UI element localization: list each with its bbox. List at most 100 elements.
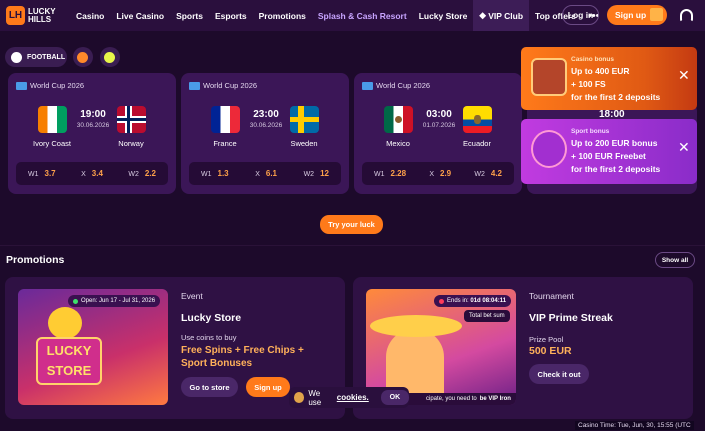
match-card[interactable]: World Cup 2026 23:00 30.06.2026 France S… <box>181 73 349 194</box>
check-it-out-button[interactable]: Check it out <box>529 364 589 384</box>
odd-w1[interactable]: W1 1.3 <box>201 169 229 178</box>
nav-promotions[interactable]: Promotions <box>253 0 312 31</box>
gift-box-icon <box>531 58 567 96</box>
odd-w1[interactable]: W1 2.28 <box>374 169 406 178</box>
match-time: 23:00 <box>253 109 279 120</box>
casino-time: Casino Time: Tue, Jun, 30, 15:55 (UTC <box>575 421 694 430</box>
divider <box>0 245 705 246</box>
odd-w2[interactable]: W2 12 <box>304 169 329 178</box>
prize-pool-label: Prize Pool <box>529 335 564 344</box>
match-card[interactable]: World Cup 2026 19:00 30.06.2026 Ivory Co… <box>8 73 176 194</box>
odds-bar: W1 3.7 X 3.4 W2 2.2 <box>16 162 168 185</box>
cookies-link[interactable]: cookies. <box>337 393 369 402</box>
nav-lucky-store[interactable]: Lucky Store <box>413 0 474 31</box>
sport-tab-football[interactable]: FOOTBALL <box>5 47 67 67</box>
flag-sweden-icon <box>290 106 319 133</box>
flag-ivory-coast-icon <box>38 106 67 133</box>
cookie-ok-button[interactable]: OK <box>380 390 409 405</box>
login-button[interactable]: Log in <box>562 5 599 25</box>
sport-bonus-toast[interactable]: Sport bonus Up to 200 EUR bonus + 100 EU… <box>521 119 697 184</box>
home-team: France <box>213 139 237 148</box>
home-team: Mexico <box>386 139 410 148</box>
odds-bar: W1 2.28 X 2.9 W2 4.2 <box>362 162 514 185</box>
toast-line: for the first 2 deposits <box>571 92 661 102</box>
league-label: World Cup 2026 <box>362 81 430 90</box>
toast-kind: Sport bonus <box>571 128 610 135</box>
sport-tab-basketball[interactable] <box>73 47 93 67</box>
odd-x[interactable]: X 6.1 <box>255 169 277 178</box>
go-to-store-button[interactable]: Go to store <box>181 377 238 397</box>
diamond-icon: ◆ <box>479 10 489 20</box>
toast-line: + 100 FS <box>571 79 606 89</box>
cookie-icon <box>294 392 305 403</box>
toast-kind: Casino bonus <box>571 56 614 63</box>
total-bet-sum-label: Total bet sum <box>464 310 510 322</box>
flag-mexico-icon <box>384 106 413 133</box>
duck-illustration <box>48 307 82 339</box>
lucky-store-image[interactable]: LUCKY STORE Open: Jun 17 - Jul 31, 2026 <box>18 289 168 405</box>
world-cup-icon <box>16 81 27 90</box>
away-team: Ecuador <box>463 139 491 148</box>
status-dot-icon <box>73 298 78 304</box>
show-all-button[interactable]: Show all <box>655 252 695 268</box>
lucky-store-sign: LUCKY STORE <box>36 337 102 385</box>
world-cup-icon <box>189 81 200 90</box>
section-title: Promotions <box>6 254 65 266</box>
nav-esports[interactable]: Esports <box>209 0 253 31</box>
try-your-luck-button[interactable]: Try your luck <box>320 215 383 234</box>
toast-line: Up to 200 EUR bonus <box>571 138 658 148</box>
cookie-banner: We use cookies. OK <box>289 387 409 408</box>
promo-signup-button[interactable]: Sign up <box>246 377 290 397</box>
flag-norway-icon <box>117 106 146 133</box>
logo[interactable]: LH LUCKY HILLS <box>6 6 70 25</box>
ends-in-badge: Ends in: 01d 08:04:11 <box>434 295 512 307</box>
basketball-icon <box>77 51 88 63</box>
close-icon[interactable]: ✕ <box>678 68 690 82</box>
flag-ecuador-icon <box>463 106 492 133</box>
odds-bar: W1 1.3 X 6.1 W2 12 <box>189 162 341 185</box>
odd-w2[interactable]: W2 2.2 <box>128 169 156 178</box>
signup-button[interactable]: Sign up <box>607 5 667 25</box>
odd-w2[interactable]: W2 4.2 <box>474 169 502 178</box>
support-headset-icon[interactable] <box>680 9 693 22</box>
casino-bonus-toast[interactable]: Casino bonus Up to 400 EUR + 100 FS for … <box>521 47 697 110</box>
nav-live-casino[interactable]: Live Casino <box>110 0 170 31</box>
toast-line: + 100 EUR Freebet <box>571 151 646 161</box>
promo-description: Use coins to buy <box>181 333 237 342</box>
nav-sports[interactable]: Sports <box>170 0 209 31</box>
match-date: 30.06.2026 <box>76 122 110 129</box>
tennis-ball-icon <box>104 51 115 63</box>
nav-splash-cash-resort[interactable]: Splash & Cash Resort <box>312 0 413 31</box>
close-icon[interactable]: ✕ <box>678 140 690 154</box>
world-cup-icon <box>362 81 373 90</box>
promo-name: Lucky Store <box>181 312 242 324</box>
nav-casino[interactable]: Casino <box>70 0 110 31</box>
odd-w1[interactable]: W1 3.7 <box>28 169 56 178</box>
match-date: 01.07.2026 <box>422 122 456 129</box>
match-time: 03:00 <box>426 109 452 120</box>
nav-vip-club[interactable]: ◆ VIP Club <box>473 0 530 31</box>
away-team: Sweden <box>290 139 318 148</box>
match-card[interactable]: World Cup 2026 03:00 01.07.2026 Mexico E… <box>354 73 522 194</box>
odd-x[interactable]: X 3.4 <box>81 169 103 178</box>
sport-tab-tennis[interactable] <box>100 47 120 67</box>
away-team: Norway <box>118 139 144 148</box>
league-label: World Cup 2026 <box>16 81 84 90</box>
promo-highlight: Free Spins + Free Chips + Sport Bonuses <box>181 345 304 369</box>
toast-line: Up to 400 EUR <box>571 66 630 76</box>
promo-kind: Tournament <box>529 291 574 301</box>
gift-icon <box>650 8 663 21</box>
prize-pool-value: 500 EUR <box>529 345 572 357</box>
odd-x[interactable]: X 2.9 <box>429 169 451 178</box>
gift-ball-icon <box>531 130 567 168</box>
toast-line: for the first 2 deposits <box>571 164 661 174</box>
sombrero-illustration <box>370 315 462 337</box>
open-dates-badge: Open: Jun 17 - Jul 31, 2026 <box>68 295 161 307</box>
home-team: Ivory Coast <box>33 139 71 148</box>
promo-kind: Event <box>181 291 203 301</box>
top-navbar: LH LUCKY HILLS Casino Live Casino Sports… <box>0 0 705 31</box>
promo-name: VIP Prime Streak <box>529 312 613 324</box>
logo-mark: LH <box>6 6 25 25</box>
flag-france-icon <box>211 106 240 133</box>
status-dot-icon <box>439 298 444 304</box>
